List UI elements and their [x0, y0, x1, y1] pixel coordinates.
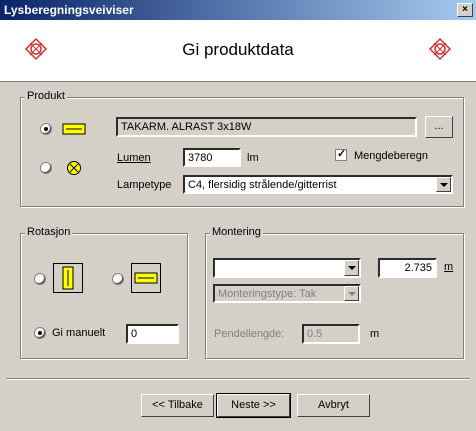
- chevron-down-icon[interactable]: [436, 177, 451, 192]
- mounting-height-input[interactable]: 2.735: [378, 258, 437, 278]
- chevron-down-icon[interactable]: [344, 286, 359, 301]
- back-button[interactable]: << Tilbake: [141, 394, 214, 417]
- point-lamp-icon: [67, 161, 81, 175]
- monteringstype-select[interactable]: Monteringstype: Tak: [213, 284, 361, 303]
- browse-product-button[interactable]: ...: [425, 116, 453, 138]
- lamp-type-linear-radio[interactable]: [40, 123, 52, 135]
- lampetype-select[interactable]: C4, flersidig strålende/gitterrist: [183, 175, 453, 194]
- rotasjon-group: Rotasjon Gi manuelt 0: [20, 226, 188, 359]
- mengdeberegn-checkbox[interactable]: [335, 147, 347, 161]
- pendellengde-label: Pendellengde:: [214, 328, 285, 340]
- lamp-type-point-radio[interactable]: [40, 162, 52, 174]
- lumen-unit: lm: [247, 152, 259, 164]
- button-separator: [6, 378, 470, 380]
- produkt-group: Produkt TAKARM. ALRAST 3x18W ... Lumen 3…: [20, 90, 464, 207]
- lampetype-value: C4, flersidig strålende/gitterrist: [188, 179, 337, 191]
- vertical-lamp-icon: [53, 263, 83, 293]
- title-bar: Lysberegningsveiviser ×: [0, 0, 476, 20]
- monteringstype-value: Monteringstype: Tak: [218, 288, 317, 300]
- wizard-header: Gi produktdata: [0, 20, 476, 82]
- close-window-button[interactable]: ×: [457, 3, 473, 17]
- wizard-logo-icon: [428, 37, 452, 61]
- product-name-field: TAKARM. ALRAST 3x18W: [116, 117, 417, 137]
- rotation-horizontal-radio[interactable]: [112, 273, 124, 285]
- montering-group: Montering 2.735 m Monteringstype: Tak Pe…: [205, 226, 464, 359]
- next-button[interactable]: Neste >>: [216, 393, 291, 418]
- montering-select[interactable]: [213, 258, 361, 278]
- lumen-label: Lumen: [117, 152, 151, 164]
- cancel-button[interactable]: Avbryt: [297, 394, 370, 417]
- linear-lamp-icon: [62, 123, 86, 135]
- lumen-input[interactable]: 3780: [183, 148, 241, 167]
- montering-group-label: Montering: [210, 226, 263, 238]
- chevron-down-icon[interactable]: [344, 260, 359, 276]
- mengdeberegn-label: Mengdeberegn: [354, 150, 429, 162]
- rotasjon-group-label: Rotasjon: [25, 226, 73, 238]
- rotation-manual-radio[interactable]: [34, 327, 46, 339]
- rotation-vertical-radio[interactable]: [34, 273, 46, 285]
- manual-rotation-input[interactable]: 0: [126, 324, 179, 344]
- manual-rotation-label: Gi manuelt: [52, 327, 106, 339]
- mounting-height-unit: m: [444, 261, 454, 273]
- horizontal-lamp-icon: [131, 263, 161, 293]
- pendellengde-input[interactable]: 0.5: [302, 324, 360, 344]
- pendellengde-unit: m: [370, 328, 380, 340]
- page-title: Gi produktdata: [182, 40, 294, 59]
- produkt-group-label: Produkt: [25, 90, 67, 102]
- lampetype-label: Lampetype: [117, 179, 172, 191]
- window-title: Lysberegningsveiviser: [4, 3, 134, 17]
